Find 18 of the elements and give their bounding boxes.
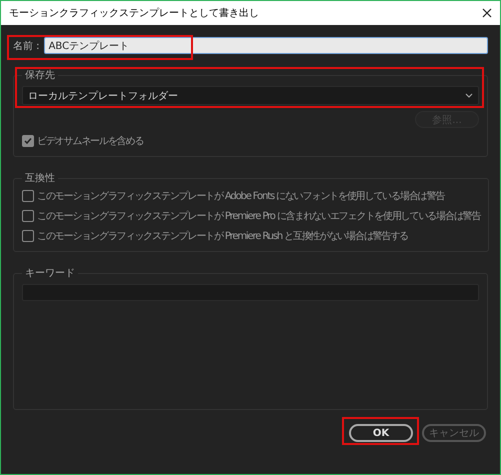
- chevron-down-icon: [465, 93, 473, 98]
- ok-button[interactable]: OK: [349, 424, 413, 442]
- group-legend: 互換性: [22, 171, 58, 185]
- name-label: 名前 :: [13, 40, 40, 52]
- destination-dropdown[interactable]: ローカルテンプレートフォルダー: [22, 86, 479, 105]
- group-legend: 保存先: [22, 68, 58, 82]
- group-legend: キーワード: [22, 266, 78, 280]
- window-title: モーションクラフィックステンプレートとして書き出し: [9, 6, 259, 20]
- checkbox-label: ビデオサムネールを含める: [37, 134, 144, 148]
- checkbox[interactable]: [22, 210, 34, 222]
- checkbox-label: このモーショングラフィックステンプレートが Premiere Rush と互換性がない場合は警告する: [37, 230, 408, 243]
- checkbox-label: このモーショングラフィックステンプレートが Adobe Fonts にないフォントを使用している場合は警告: [37, 190, 444, 203]
- name-field[interactable]: ABCテンプレート: [44, 37, 488, 54]
- checkbox[interactable]: [22, 190, 34, 202]
- checkbox[interactable]: [22, 230, 34, 242]
- close-icon[interactable]: [482, 8, 492, 18]
- checkbox[interactable]: [22, 135, 34, 147]
- checkbox-label: このモーショングラフィックステンプレートが Premiere Pro に含まれないエフェクトを使用している場合は警告: [37, 210, 480, 223]
